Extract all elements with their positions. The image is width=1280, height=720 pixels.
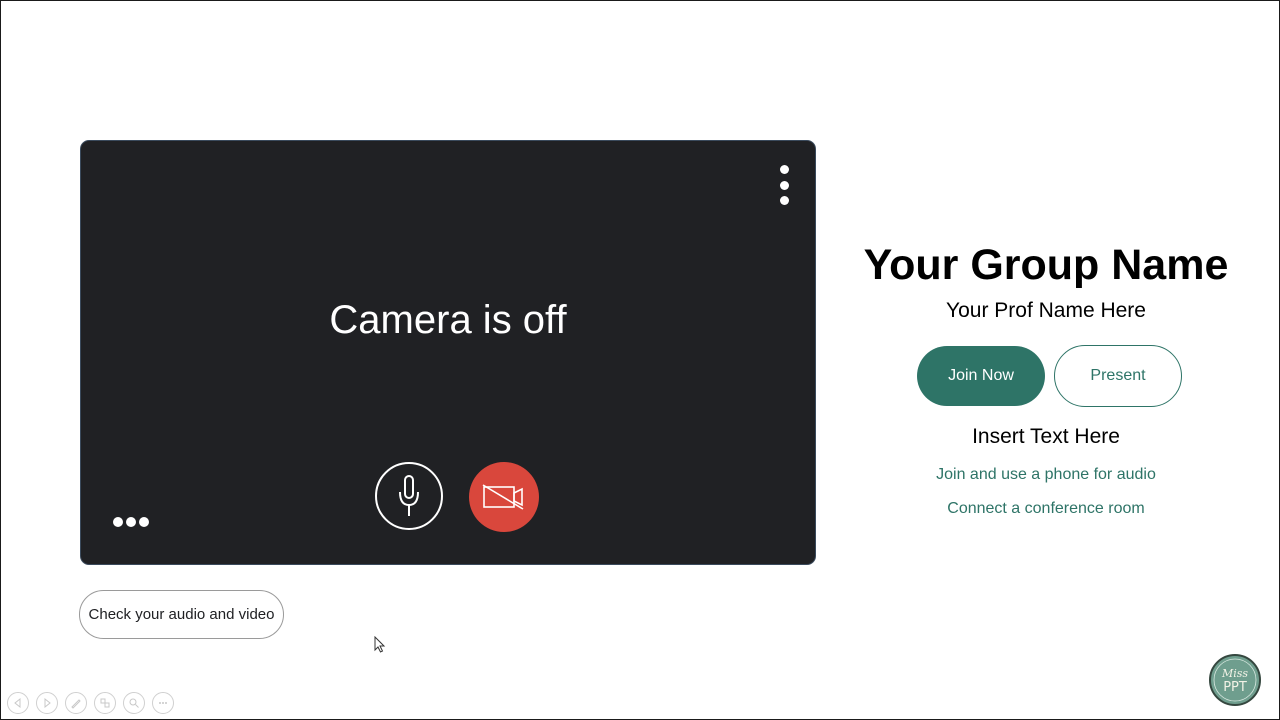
miss-ppt-logo: Miss PPT (1209, 654, 1261, 706)
microphone-toggle-button[interactable] (375, 462, 443, 530)
previous-icon (14, 698, 21, 708)
camera-toggle-button[interactable] (469, 462, 539, 532)
ellipsis-icon (159, 702, 167, 704)
next-slide-button[interactable] (36, 692, 58, 714)
join-now-button[interactable]: Join Now (917, 346, 1045, 406)
see-all-slides-button[interactable] (94, 692, 116, 714)
more-options-button[interactable] (774, 165, 794, 205)
svg-text:PPT: PPT (1223, 680, 1247, 695)
magnifier-icon (129, 698, 139, 708)
previous-slide-button[interactable] (7, 692, 29, 714)
logo-icon: Miss PPT (1213, 658, 1257, 702)
present-button[interactable]: Present (1054, 345, 1182, 407)
more-slideshow-options-button[interactable] (152, 692, 174, 714)
pen-icon (71, 699, 81, 709)
more-horizontal-icon (113, 517, 123, 527)
svg-text:Miss: Miss (1221, 667, 1248, 680)
more-horizontal-button[interactable] (113, 517, 149, 527)
check-audio-video-button[interactable]: Check your audio and video (79, 590, 284, 639)
pen-tool-button[interactable] (65, 692, 87, 714)
slideshow-toolbar (7, 692, 174, 716)
mouse-pointer-icon (374, 636, 386, 653)
camera-off-label: Camera is off (329, 298, 567, 342)
group-name-title: Your Group Name (863, 241, 1229, 289)
video-preview-panel: Camera is off (80, 140, 816, 565)
slide-frame: Camera is off Check your audio and video… (0, 0, 1280, 720)
next-icon (44, 698, 51, 708)
more-vertical-icon (779, 165, 789, 174)
conference-room-link[interactable]: Connect a conference room (846, 500, 1246, 518)
microphone-icon (399, 475, 419, 516)
zoom-button[interactable] (123, 692, 145, 714)
prof-name-subtitle: Your Prof Name Here (946, 299, 1146, 322)
camera-off-icon (482, 484, 524, 510)
slides-grid-icon (100, 698, 110, 708)
phone-audio-link[interactable]: Join and use a phone for audio (846, 466, 1246, 484)
insert-text-label: Insert Text Here (972, 425, 1120, 448)
